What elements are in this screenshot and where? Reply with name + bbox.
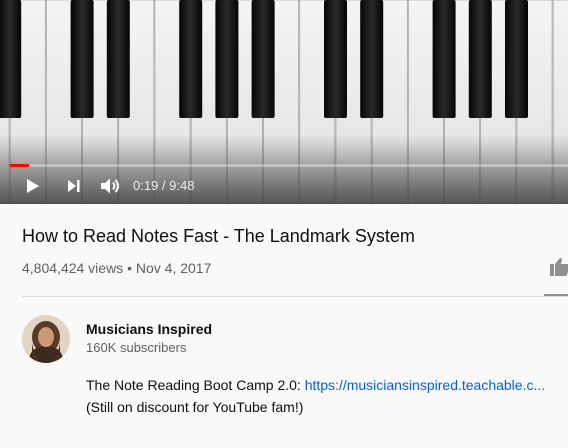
volume-button[interactable] [98, 172, 124, 200]
black-key [505, 0, 528, 118]
black-key [468, 0, 492, 118]
play-button[interactable] [20, 172, 46, 200]
next-button[interactable] [62, 172, 86, 200]
black-key [0, 0, 22, 118]
divider [22, 296, 568, 297]
description-link[interactable]: https://musiciansinspired.teachable.c... [305, 377, 545, 393]
meta-separator: • [123, 260, 136, 276]
black-key [432, 0, 456, 118]
description-line-2: (Still on discount for YouTube fam!) [86, 399, 304, 415]
description-line-1: The Note Reading Boot Camp 2.0: https://… [86, 377, 545, 393]
duration: 9:48 [169, 178, 195, 193]
video-title: How to Read Notes Fast - The Landmark Sy… [22, 226, 415, 246]
upload-date: Nov 4, 2017 [135, 260, 212, 276]
view-count: 4,804,424 views [22, 260, 124, 276]
video-meta: 4,804,424 views • Nov 4, 2017 [22, 260, 211, 276]
channel-avatar[interactable] [22, 315, 70, 363]
time-separator: / [158, 178, 170, 193]
progress-bar-played [10, 164, 29, 167]
description-text: The Note Reading Boot Camp 2.0: [86, 377, 305, 393]
video-player[interactable]: 0:19 / 9:48 [0, 0, 568, 204]
next-icon [68, 180, 80, 192]
current-time: 0:19 [133, 178, 159, 193]
black-key [215, 0, 239, 118]
play-icon [27, 179, 39, 193]
subscriber-count: 160K subscribers [86, 340, 187, 355]
player-controls: 0:19 / 9:48 [0, 172, 568, 200]
black-key [70, 0, 94, 118]
black-key [106, 0, 130, 118]
black-key [179, 0, 203, 118]
channel-name[interactable]: Musicians Inspired [86, 321, 212, 337]
avatar-image [22, 315, 70, 363]
thumbs-up-icon [550, 258, 568, 276]
time-display: 0:19 / 9:48 [133, 178, 194, 193]
like-button[interactable] [548, 256, 568, 280]
black-key [360, 0, 384, 118]
black-key [324, 0, 347, 118]
black-key [251, 0, 275, 118]
progress-bar[interactable] [10, 164, 568, 167]
volume-icon [101, 178, 119, 194]
